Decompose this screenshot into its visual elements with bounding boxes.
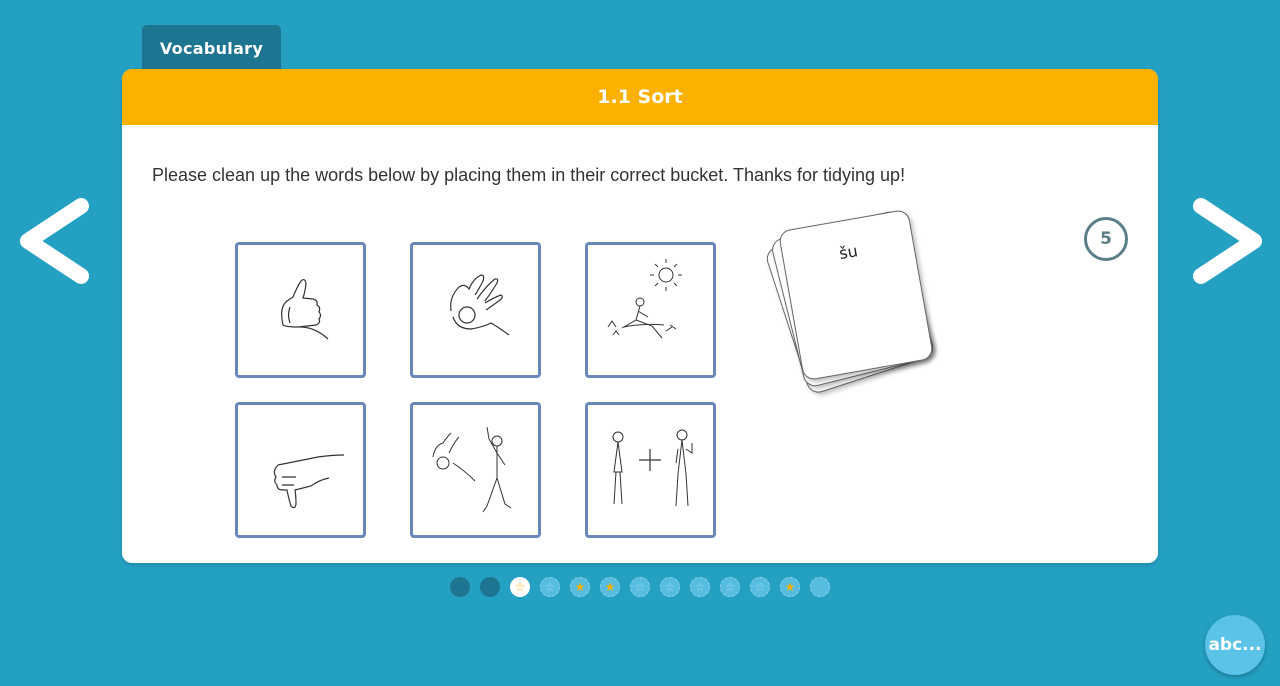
progress-dot[interactable]: ★ [780,577,800,597]
star-outline-icon: ☆ [634,580,646,594]
chevron-left-icon [20,198,89,284]
progress-dot[interactable]: ☆ [630,577,650,597]
progress-dot[interactable] [450,577,470,597]
progress-dot[interactable]: ★ [600,577,620,597]
word-card[interactable]: šu [777,208,935,382]
thumbs-down-icon [273,454,345,509]
previous-arrow[interactable] [16,196,96,286]
bucket-sunny-park[interactable] [585,242,716,378]
progress-dot[interactable]: ☆ [690,577,710,597]
progress-dot[interactable]: ★ [570,577,590,597]
thumbs-up-icon [281,278,329,340]
instructions-text: Please clean up the words below by placi… [152,165,906,185]
activity-title: 1.1 Sort [122,69,1158,125]
progress-dot[interactable]: ☆ [720,577,740,597]
activity-panel: 1.1 Sort Please clean up the words below… [122,69,1158,563]
tab-vocabulary[interactable]: Vocabulary [142,25,281,71]
bucket-woman-plus-man[interactable] [585,402,716,538]
progress-dot[interactable] [480,577,500,597]
woman-plus-man-icon [612,429,693,507]
bucket-ok-hand[interactable] [410,242,541,378]
word-card-deck[interactable]: šu [763,208,972,409]
bucket-ok-walking-man[interactable] [410,402,541,538]
progress-dot[interactable]: ☆ [750,577,770,597]
progress-dot[interactable] [810,577,830,597]
star-outline-icon: ☆ [544,580,556,594]
next-arrow[interactable] [1186,196,1266,286]
star-filled-icon: ★ [604,580,616,594]
bucket-thumbs-up[interactable] [235,242,366,378]
star-outline-icon: ☆ [664,580,676,594]
bucket-thumbs-down[interactable] [235,402,366,538]
progress-dot[interactable]: ☆ [660,577,680,597]
star-outline-icon: ☆ [514,580,526,594]
star-filled-icon: ★ [784,580,796,594]
progress-dot[interactable]: ☆ [510,577,530,597]
progress-dots: ☆ ☆ ★ ★ ☆ ☆ ☆ ☆ ☆ ★ [450,577,830,597]
star-filled-icon: ★ [574,580,586,594]
star-outline-icon: ☆ [694,580,706,594]
ok-hand-icon [450,274,510,336]
chevron-right-icon [1193,198,1262,284]
ok-walking-man-icon [432,426,512,513]
sunny-park-icon [607,259,682,339]
star-outline-icon: ☆ [754,580,766,594]
star-outline-icon: ☆ [724,580,736,594]
glossary-button[interactable]: abc... [1205,615,1265,675]
card-word: šu [837,241,860,264]
progress-dot[interactable]: ☆ [540,577,560,597]
remaining-counter: 5 [1084,217,1128,261]
